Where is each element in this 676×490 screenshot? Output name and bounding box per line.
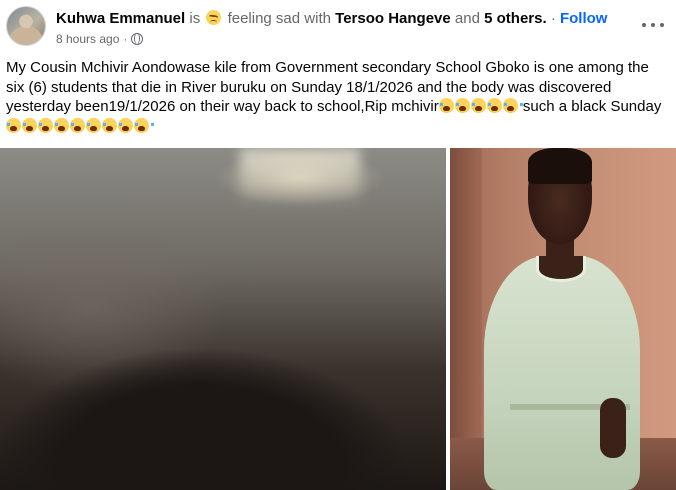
- meta-dot: ·: [123, 32, 128, 46]
- arm: [600, 398, 626, 458]
- crying-face-emoji-icon: [134, 117, 154, 133]
- post-body: My Cousin Mchivir Aondowase kile from Go…: [6, 58, 670, 136]
- post-photo-blurred[interactable]: [0, 148, 446, 490]
- crying-face-emoji-icon: [118, 117, 138, 133]
- uniform-collar: [536, 256, 586, 282]
- crying-face-emoji-icon: [102, 117, 122, 133]
- sad-face-emoji-icon: [206, 10, 222, 25]
- crying-face-emoji-icon: [54, 117, 74, 133]
- girl-hair: [528, 148, 592, 184]
- crying-face-emoji-icon: [86, 117, 106, 133]
- separator-dot: ·: [550, 10, 556, 27]
- post-photos: [0, 148, 676, 490]
- crying-face-emoji-icon: [6, 117, 26, 133]
- crying-face-emoji-icon: [70, 117, 90, 133]
- more-dot: [660, 23, 664, 27]
- post-photo-girl[interactable]: [450, 148, 676, 490]
- feeling-text: feeling sad with: [227, 10, 331, 27]
- crying-face-emoji-icon: [38, 117, 58, 133]
- follow-button[interactable]: Follow: [560, 10, 608, 27]
- author-name[interactable]: Kuhwa Emmanuel: [56, 10, 185, 27]
- more-dot: [642, 23, 646, 27]
- is-text: is: [189, 10, 201, 27]
- and-text: and: [454, 10, 480, 27]
- crying-face-emoji-icon: [502, 98, 523, 113]
- crying-face-emoji-icon: [438, 98, 459, 113]
- more-options-icon[interactable]: [642, 16, 664, 34]
- post-timestamp[interactable]: 8 hours ago: [56, 31, 119, 47]
- crying-face-emoji-icon: [486, 98, 507, 113]
- post-header: Kuhwa Emmanuel is feeling sad with Terso…: [6, 6, 670, 52]
- crying-face-emoji-icon: [22, 117, 42, 133]
- post-body-text-2: such a black Sunday: [518, 98, 662, 115]
- globe-icon[interactable]: [131, 33, 144, 45]
- tagged-person-link[interactable]: Tersoo Hangeve: [335, 10, 451, 27]
- post-headline: Kuhwa Emmanuel is feeling sad with Terso…: [56, 10, 607, 28]
- others-link[interactable]: 5 others.: [484, 10, 547, 27]
- crying-face-emoji-icon: [470, 98, 491, 113]
- crying-face-emoji-icon: [454, 98, 475, 113]
- more-dot: [651, 23, 655, 27]
- facebook-post: Kuhwa Emmanuel is feeling sad with Terso…: [0, 0, 676, 490]
- author-avatar[interactable]: [6, 6, 46, 46]
- post-meta: 8 hours ago ·: [56, 31, 144, 47]
